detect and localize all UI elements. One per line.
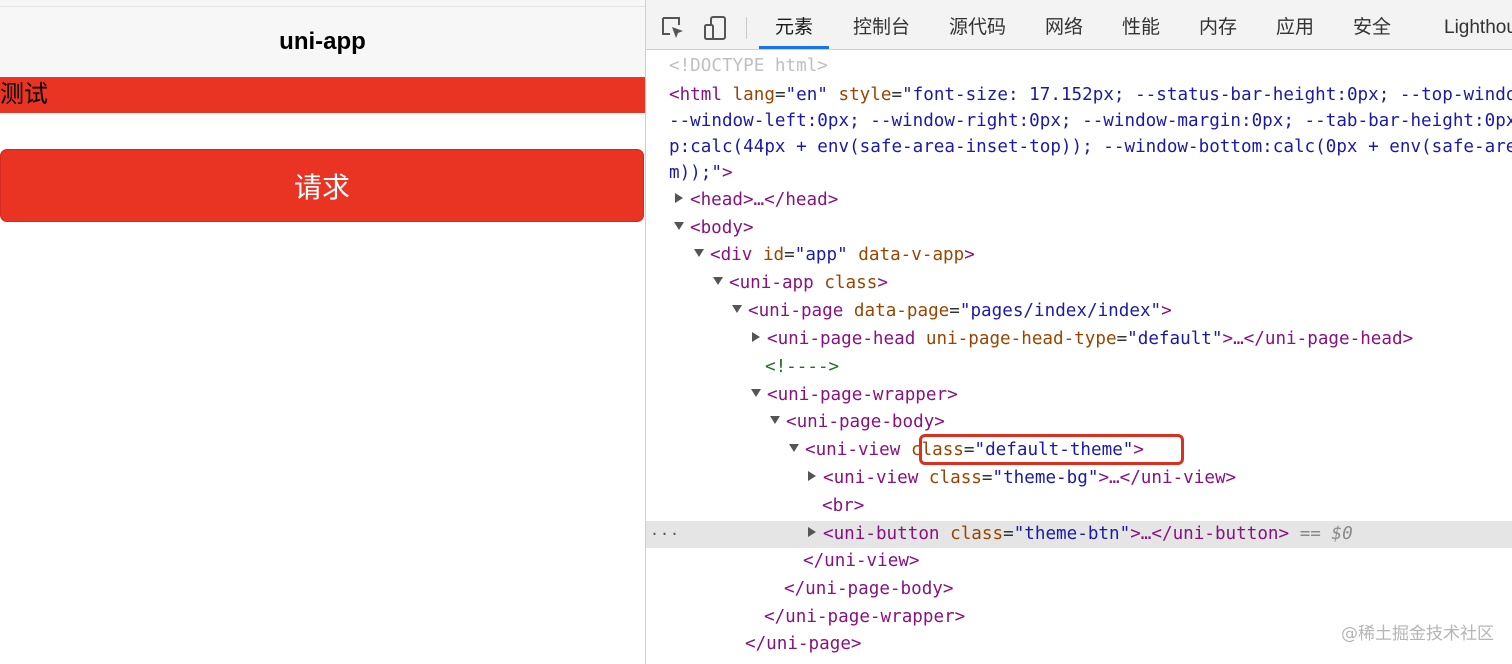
dom-line-br[interactable]: <br> (646, 493, 1512, 520)
dom-line-html-cont: m));"> (669, 163, 733, 183)
collapse-arrow-icon[interactable] (674, 222, 684, 230)
dom-line-html-cont: --window-left:0px; --window-right:0px; -… (669, 111, 1512, 131)
toolbar-separator (746, 17, 747, 39)
tab-application[interactable]: 应用 (1276, 6, 1314, 49)
tab-sources[interactable]: 源代码 (949, 6, 1006, 49)
dom-line-uni-page-body[interactable]: <uni-page-body> (646, 409, 1512, 436)
tab-memory[interactable]: 内存 (1199, 6, 1237, 49)
dom-line-uni-page-wrapper[interactable]: <uni-page-wrapper> (646, 382, 1512, 409)
dom-line-uni-page-head[interactable]: <uni-page-head uni-page-head-type="defau… (646, 326, 1512, 353)
dom-line-doctype[interactable]: <!DOCTYPE html> (646, 53, 1512, 80)
collapse-arrow-icon[interactable] (751, 389, 761, 397)
dom-line-uni-page[interactable]: <uni-page data-page="pages/index/index"> (646, 298, 1512, 325)
expand-arrow-icon[interactable] (808, 471, 816, 481)
tab-network[interactable]: 网络 (1045, 6, 1083, 49)
collapse-arrow-icon[interactable] (789, 444, 799, 452)
tab-performance[interactable]: 性能 (1122, 6, 1160, 49)
watermark: @稀土掘金技术社区 (1341, 624, 1494, 644)
collapse-arrow-icon[interactable] (732, 305, 742, 313)
app-preview: uni-app 测试 请求 (0, 0, 645, 664)
navigation-bar: uni-app (0, 7, 645, 76)
devtools-panel: 元素 控制台 源代码 网络 性能 内存 应用 安全 Lighthouse <!D… (646, 0, 1512, 664)
theme-bg-view: 测试 (0, 77, 645, 113)
collapse-arrow-icon[interactable] (713, 277, 723, 285)
dom-line-head[interactable]: <head>…</head> (646, 187, 1512, 214)
dom-line-body[interactable]: <body> (646, 215, 1512, 242)
dom-line-div-app[interactable]: <div id="app" data-v-app> (646, 242, 1512, 269)
expand-arrow-icon[interactable] (808, 527, 816, 537)
tab-security[interactable]: 安全 (1353, 6, 1391, 49)
devtools-toolbar: 元素 控制台 源代码 网络 性能 内存 应用 安全 Lighthouse (646, 0, 1512, 50)
request-button[interactable]: 请求 (0, 149, 644, 222)
tab-console[interactable]: 控制台 (853, 6, 910, 49)
inspect-element-icon[interactable] (660, 15, 686, 41)
dom-line-html[interactable]: <html lang="en" style="font-size: 17.152… (646, 82, 1512, 109)
dom-line-close-page-body[interactable]: </uni-page-body> (646, 576, 1512, 603)
tab-lighthouse[interactable]: Lighthouse (1444, 6, 1512, 49)
collapse-arrow-icon[interactable] (694, 249, 704, 257)
preview-top-edge (0, 0, 645, 7)
expand-arrow-icon[interactable] (752, 332, 760, 342)
nav-title: uni-app (279, 27, 366, 55)
more-options-icon[interactable]: ··· (650, 521, 680, 548)
dom-line-html-cont: p:calc(44px + env(safe-area-inset-top));… (669, 137, 1512, 157)
tab-elements[interactable]: 元素 (758, 6, 830, 49)
dom-line-uni-view-theme-bg[interactable]: <uni-view class="theme-bg">…</uni-view> (646, 465, 1512, 492)
highlight-box (919, 434, 1184, 465)
expand-arrow-icon[interactable] (675, 193, 683, 203)
device-toolbar-icon[interactable] (702, 15, 728, 41)
dom-line-uni-app[interactable]: <uni-app class> (646, 270, 1512, 297)
dom-line-close-uni-view[interactable]: </uni-view> (646, 548, 1512, 575)
dom-line-comment[interactable]: <!----> (646, 354, 1512, 381)
collapse-arrow-icon[interactable] (770, 416, 780, 424)
dom-line-uni-button-selected[interactable]: ··· <uni-button class="theme-btn">…</uni… (646, 521, 1512, 548)
dom-tree: <!DOCTYPE html> <html lang="en" style="f… (646, 50, 1512, 664)
